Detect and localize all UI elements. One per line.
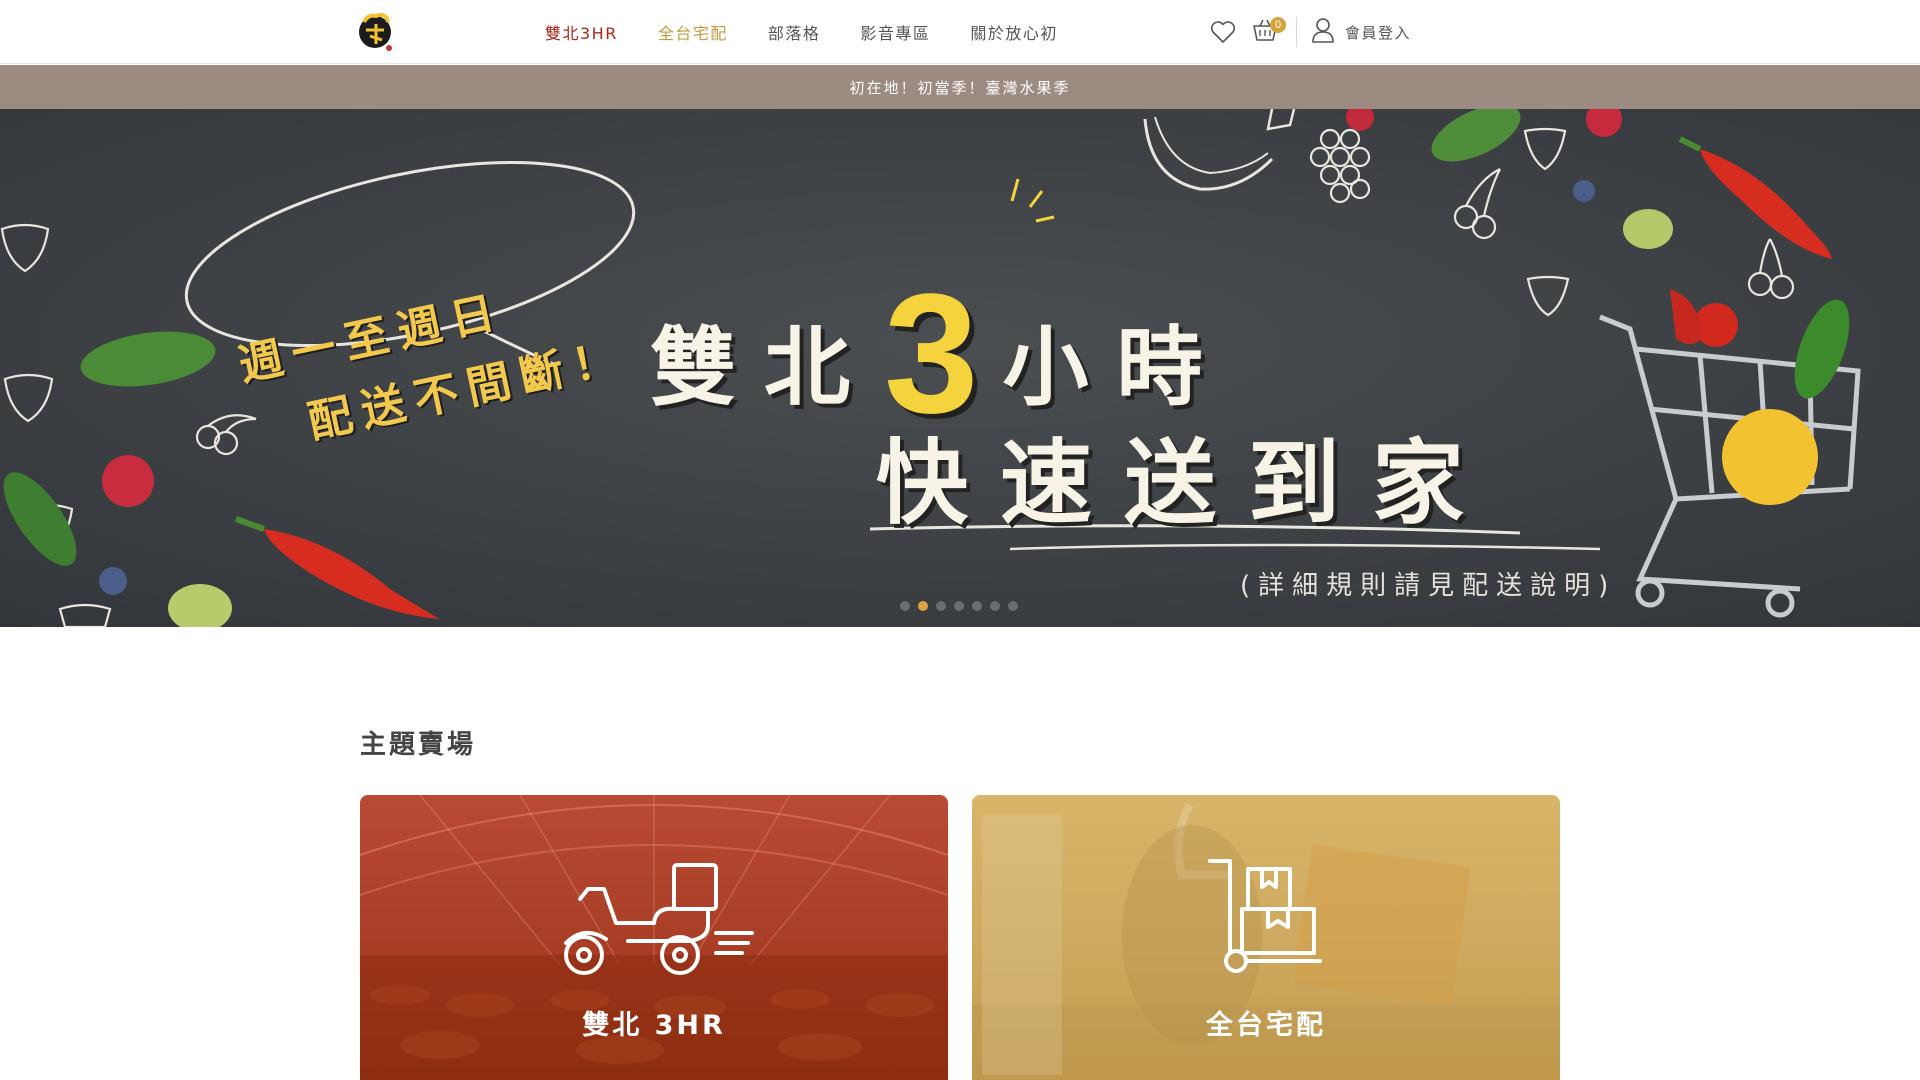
headline-part-b: 小時 [1002,317,1231,418]
login-button[interactable]: 會員登入 [1311,17,1411,47]
headline-part-a: 雙北 [650,317,878,418]
site-logo[interactable] [356,8,396,54]
scooter-delivery-icon [558,859,754,981]
login-label: 會員登入 [1345,23,1412,42]
banner-headline-line-2: 快速送到家 [876,430,1497,537]
nav-taipei-3hr[interactable]: 雙北3HR [545,20,618,44]
category-label-nationwide: 全台宅配 [1206,1010,1326,1041]
cart-count-badge: 0 [1270,17,1286,33]
category-card-nationwide[interactable]: 全台宅配 [972,795,1560,1080]
heart-icon[interactable] [1208,17,1238,47]
carousel-dot-7[interactable] [1008,601,1018,611]
nav-nationwide-delivery[interactable]: 全台宅配 [658,20,728,44]
site-header: 雙北3HR 全台宅配 部落格 影音專區 關於放心初 0 會員登入 [0,0,1920,64]
carousel-dot-5[interactable] [972,601,982,611]
hand-truck-box-icon [1208,857,1324,979]
carousel-dot-2[interactable] [918,601,928,611]
section-title: 主題賣場 [360,730,477,760]
announcement-text[interactable]: 初在地！初當季！臺灣水果季 [849,77,1070,98]
category-label-taipei-3hr: 雙北 3HR [582,1010,726,1041]
cart-button[interactable]: 0 [1250,17,1286,47]
carousel-dot-4[interactable] [954,601,964,611]
carousel-dots [900,601,1018,611]
header-actions: 0 會員登入 [1208,0,1411,64]
nav-blog[interactable]: 部落格 [768,20,821,44]
nav-video[interactable]: 影音專區 [860,20,930,44]
carousel-dot-1[interactable] [900,601,910,611]
carousel-dot-6[interactable] [990,601,1000,611]
category-card-taipei-3hr[interactable]: 雙北 3HR [360,795,948,1080]
carousel-dot-3[interactable] [936,601,946,611]
announcement-bar: 初在地！初當季！臺灣水果季 [0,65,1920,109]
banner-note: (詳細規則請見配送說明) [1240,571,1617,601]
main-nav: 雙北3HR 全台宅配 部落格 影音專區 關於放心初 [545,0,1058,64]
user-icon [1311,17,1335,47]
header-divider [1296,17,1297,47]
hero-banner[interactable]: 週一至週日 配送不間斷！ 雙北 3 小時 快速送到家 (詳細規則請見配送說明) [0,109,1920,627]
nav-about[interactable]: 關於放心初 [970,20,1058,44]
